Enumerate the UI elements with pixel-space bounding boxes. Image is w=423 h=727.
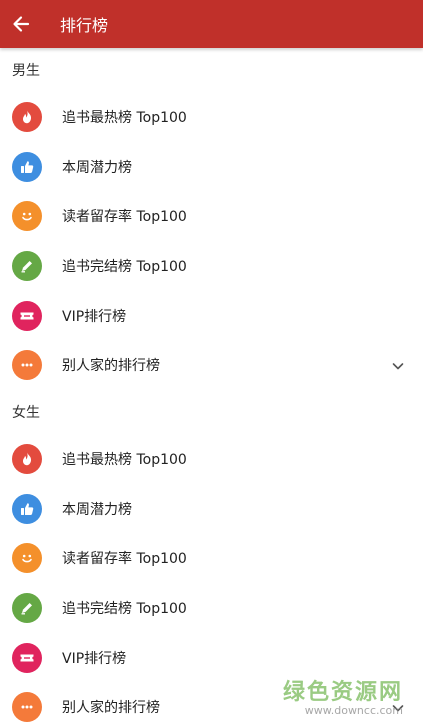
list-item-label: 追书最热榜 Top100: [62, 109, 187, 126]
list-item-label: 别人家的排行榜: [62, 358, 160, 375]
list-item[interactable]: 读者留存率 Top100: [0, 191, 423, 241]
app-bar: 排行榜: [0, 0, 423, 48]
pen-icon: [12, 593, 42, 624]
thumbs-up-icon: [12, 151, 42, 182]
list-item-label: 追书完结榜 Top100: [62, 258, 187, 275]
list-item[interactable]: 追书完结榜 Top100: [0, 583, 423, 633]
list-item[interactable]: 读者留存率 Top100: [0, 534, 423, 584]
back-arrow-icon[interactable]: [10, 13, 32, 35]
list-item[interactable]: VIP排行榜: [0, 633, 423, 683]
smiley-icon: [12, 543, 42, 574]
ticket-icon: [12, 642, 42, 673]
list-item-label: 追书完结榜 Top100: [62, 601, 187, 618]
list-item-label: 别人家的排行榜: [62, 700, 160, 717]
smiley-icon: [12, 201, 42, 232]
list-item-label: 本周潜力榜: [62, 159, 132, 176]
list-item-label: VIP排行榜: [62, 650, 127, 667]
thumbs-up-icon: [12, 493, 42, 524]
list-item-expandable[interactable]: 别人家的排行榜: [0, 340, 423, 390]
list-item[interactable]: VIP排行榜: [0, 291, 423, 341]
ranking-list: 男生 追书最热榜 Top100 本周潜力榜 读者留存率 Top100 追书完结榜…: [0, 48, 423, 727]
ticket-icon: [12, 300, 42, 331]
list-item-label: 追书最热榜 Top100: [62, 451, 187, 468]
list-item-label: 读者留存率 Top100: [62, 209, 187, 226]
flame-icon: [12, 443, 42, 474]
pen-icon: [12, 250, 42, 281]
section-header-female: 女生: [12, 405, 40, 422]
list-item[interactable]: 追书完结榜 Top100: [0, 241, 423, 291]
section-header-male: 男生: [12, 63, 40, 79]
list-item[interactable]: 追书最热榜 Top100: [0, 434, 423, 484]
list-item-label: 读者留存率 Top100: [62, 551, 187, 568]
list-item[interactable]: 追书最热榜 Top100: [0, 92, 423, 142]
list-item[interactable]: 本周潜力榜: [0, 142, 423, 192]
flame-icon: [12, 101, 42, 132]
page-title: 排行榜: [60, 16, 109, 35]
list-item-label: VIP排行榜: [62, 308, 127, 325]
list-item[interactable]: 本周潜力榜: [0, 484, 423, 534]
chevron-down-icon[interactable]: [391, 700, 405, 714]
list-item-label: 本周潜力榜: [62, 501, 132, 518]
chevron-down-icon[interactable]: [391, 358, 405, 372]
more-dots-icon: [12, 350, 42, 381]
more-dots-icon: [12, 692, 42, 723]
list-item-expandable[interactable]: 别人家的排行榜: [0, 683, 423, 727]
